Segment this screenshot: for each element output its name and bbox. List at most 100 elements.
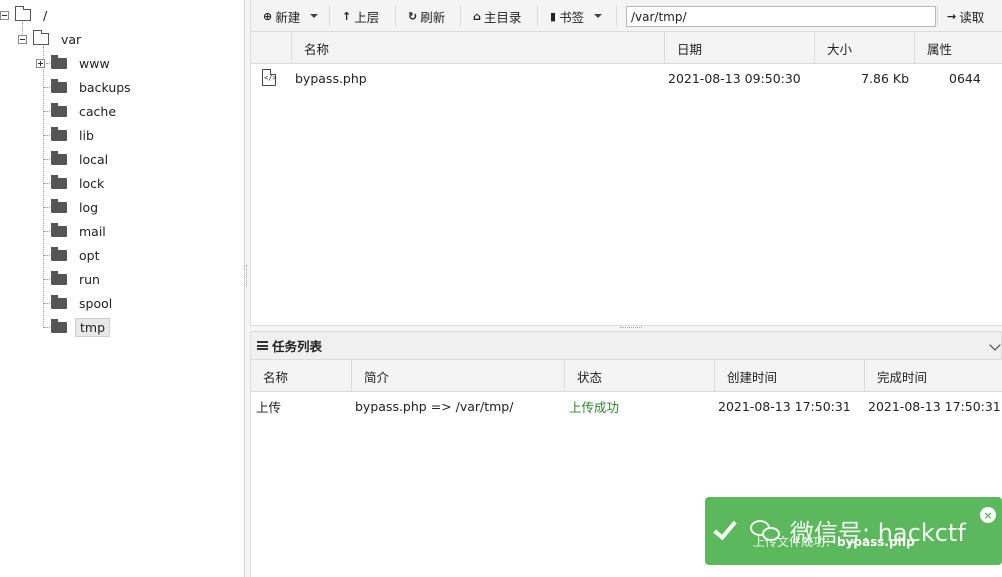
task-name: 上传 (256, 399, 282, 415)
file-table-header: 名称 日期 大小 属性 (250, 32, 1002, 64)
file-browser-main: ⊕ 新建 ↑ 上层 ↻ 刷新 ⌂ 主目录 ▮ 书签 → 读取 (250, 0, 1002, 577)
task-column-status[interactable]: 状态 (564, 360, 714, 392)
tree-label-opt[interactable]: opt (75, 247, 103, 264)
expand-icon[interactable] (36, 58, 45, 68)
task-desc: bypass.php => /var/tmp/ (355, 398, 514, 414)
tree-node-opt[interactable]: opt (51, 245, 103, 265)
folder-icon (51, 78, 67, 93)
folder-icon (51, 270, 67, 285)
tree-node-cache[interactable]: cache (51, 101, 120, 121)
tree-label-cache[interactable]: cache (75, 103, 120, 120)
refresh-button[interactable]: ↻ 刷新 (408, 5, 445, 27)
task-created: 2021-08-13 17:50:31 (718, 398, 851, 414)
arrow-up-icon: ↑ (342, 9, 352, 23)
tree-node-log[interactable]: log (51, 197, 102, 217)
file-perms: 0644 (949, 70, 981, 86)
toolbar-divider (395, 6, 396, 26)
folder-icon (51, 126, 67, 141)
column-header-size[interactable]: 大小 (814, 32, 914, 64)
folder-icon (51, 54, 67, 69)
tree-node-lib[interactable]: lib (51, 125, 98, 145)
bookmark-button[interactable]: ▮ 书签 (550, 5, 603, 27)
folder-icon (51, 198, 67, 213)
folder-icon (51, 294, 67, 309)
folder-open-icon (33, 30, 49, 45)
task-column-finished[interactable]: 完成时间 (864, 360, 1002, 392)
task-column-created[interactable]: 创建时间 (714, 360, 864, 392)
tree-node-var[interactable]: var (18, 29, 85, 49)
toolbar-divider (937, 6, 938, 26)
tree-node-tmp[interactable]: tmp (51, 317, 111, 337)
home-button[interactable]: ⌂ 主目录 (473, 5, 521, 27)
tree-node-mail[interactable]: mail (51, 221, 110, 241)
tree-node-www[interactable]: www (36, 53, 114, 73)
read-button-label: 读取 (959, 9, 985, 25)
task-panel-title: 任务列表 (250, 331, 1002, 360)
tree-label-backups[interactable]: backups (75, 79, 135, 96)
file-size: 7.86 Kb (861, 70, 909, 86)
toolbar-divider (329, 6, 330, 26)
up-button-label: 上层 (354, 9, 380, 25)
tree-node-local[interactable]: local (51, 149, 112, 169)
read-button[interactable]: → 读取 (947, 5, 984, 27)
tree-label-run[interactable]: run (75, 271, 104, 288)
tree-label-var[interactable]: var (57, 31, 85, 48)
column-header-icon (251, 32, 291, 64)
file-list (250, 64, 1002, 326)
chevron-down-icon[interactable] (310, 14, 319, 18)
column-header-name[interactable]: 名称 (291, 32, 664, 64)
table-row[interactable]: </> bypass.php 2021-08-13 09:50:30 7.86 … (250, 64, 1002, 92)
tree-node-lock[interactable]: lock (51, 173, 108, 193)
php-file-icon: </> (262, 69, 277, 86)
wechat-icon (750, 518, 782, 544)
file-name[interactable]: bypass.php (295, 64, 367, 92)
collapse-icon[interactable] (18, 34, 27, 44)
column-header-perms[interactable]: 属性 (914, 32, 1002, 64)
collapse-icon[interactable] (0, 10, 9, 20)
tree-label-mail[interactable]: mail (75, 223, 110, 240)
toolbar-divider (537, 6, 538, 26)
watermark-text: 微信号: hackctf (790, 519, 966, 547)
task-finished: 2021-08-13 17:50:31 (868, 398, 1001, 414)
chevron-down-icon[interactable] (594, 14, 603, 18)
folder-icon (51, 174, 67, 189)
tree-label-tmp[interactable]: tmp (75, 317, 111, 337)
close-icon[interactable]: × (980, 507, 996, 523)
list-icon (257, 341, 268, 350)
tree-node-spool[interactable]: spool (51, 293, 116, 313)
tree-node-run[interactable]: run (51, 269, 104, 289)
tree-node-backups[interactable]: backups (51, 77, 135, 97)
home-icon: ⌂ (473, 9, 481, 23)
wechat-watermark: 微信号: hackctf (750, 513, 966, 548)
column-header-date[interactable]: 日期 (664, 32, 814, 64)
splitter-grip[interactable] (620, 327, 642, 329)
task-panel-title-text: 任务列表 (272, 339, 323, 354)
plus-circle-icon: ⊕ (263, 9, 273, 23)
tree-label-lock[interactable]: lock (75, 175, 108, 192)
arrow-right-icon: → (947, 9, 957, 23)
task-status: 上传成功 (569, 399, 620, 415)
task-column-desc[interactable]: 简介 (351, 360, 564, 392)
tree-label-www[interactable]: www (75, 55, 114, 72)
toolbar: ⊕ 新建 ↑ 上层 ↻ 刷新 ⌂ 主目录 ▮ 书签 → 读取 (250, 0, 1002, 32)
task-column-name[interactable]: 名称 (251, 360, 351, 392)
tree-label-local[interactable]: local (75, 151, 112, 168)
folder-open-icon (15, 6, 31, 21)
refresh-icon: ↻ (408, 9, 418, 23)
folder-icon (51, 222, 67, 237)
up-button[interactable]: ↑ 上层 (342, 5, 379, 27)
splitter-grip[interactable] (246, 265, 248, 287)
path-input[interactable] (626, 6, 936, 27)
bookmark-button-label: 书签 (559, 9, 585, 25)
tree-label-root[interactable]: / (39, 7, 51, 24)
tree-label-log[interactable]: log (75, 199, 102, 216)
tree-node-root[interactable]: / (0, 5, 51, 25)
tree-label-spool[interactable]: spool (75, 295, 116, 312)
new-button[interactable]: ⊕ 新建 (263, 5, 319, 27)
bookmark-icon: ▮ (550, 9, 557, 23)
tree-label-lib[interactable]: lib (75, 127, 98, 144)
table-row[interactable]: 上传 bypass.php => /var/tmp/ 上传成功 2021-08-… (250, 392, 1002, 420)
new-button-label: 新建 (275, 9, 301, 25)
chevron-down-icon[interactable] (989, 339, 1001, 351)
file-date: 2021-08-13 09:50:30 (668, 70, 801, 86)
